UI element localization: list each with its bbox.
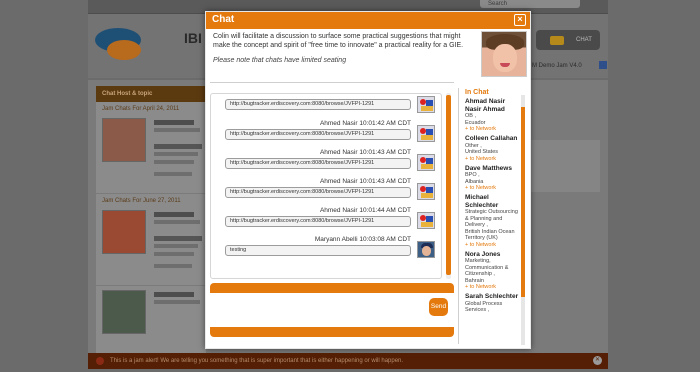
message-text: http://bugtracker.erdiscovery.com:8080/b… (225, 216, 411, 227)
divider (210, 82, 454, 83)
chat-button-label: CHAT (576, 37, 592, 43)
send-button[interactable]: Send (429, 298, 448, 316)
logo-avatar-icon (417, 125, 435, 142)
message-text: http://bugtracker.erdiscovery.com:8080/b… (225, 129, 411, 140)
chat-host-panel: Chat Host & topic Jam Chats For April 24… (96, 86, 206, 366)
demo-label: M Demo Jam V4.0 (532, 63, 582, 69)
alert-text: This is a jam alert! We are telling you … (110, 358, 404, 364)
message-meta: Ahmed Nasir 10:01:44 AM CDT (319, 207, 411, 214)
person-name[interactable]: Nora Jones (465, 251, 521, 259)
roster-person: Nora Jones Marketing, Communication & Ci… (465, 251, 521, 292)
in-chat-roster: In Chat Ahmad Nasir Nasir Ahmad OB , Ecu… (458, 88, 526, 344)
chat-card[interactable] (96, 114, 206, 194)
side-widget (530, 140, 600, 192)
add-to-network-link[interactable]: + to Network (465, 284, 521, 291)
logo-avatar-icon (417, 96, 435, 113)
person-info: British Indian Ocean Territory (UK) (465, 228, 515, 242)
chat-message: http://bugtracker.erdiscovery.com:8080/b… (211, 96, 441, 122)
chat-log[interactable]: http://bugtracker.erdiscovery.com:8080/b… (210, 93, 442, 279)
add-to-network-link[interactable]: + to Network (465, 242, 521, 249)
message-meta: Ahmed Nasir 10:01:42 AM CDT (319, 120, 411, 127)
chat-message: Ahmed Nasir 10:01:42 AM CDT http://bugtr… (211, 120, 441, 146)
logo-avatar-icon (417, 212, 435, 229)
person-name[interactable]: Dave Matthews (465, 165, 521, 173)
person-info: Strategic Outsourcing & Planning and Del… (465, 209, 518, 228)
host-thumbnail (102, 210, 146, 254)
seating-note: Please note that chats have limited seat… (213, 57, 347, 64)
roster-person: Colleen Callahan Other , United States +… (465, 135, 521, 163)
chat-message: Ahmed Nasir 10:01:44 AM CDT http://bugtr… (211, 207, 441, 233)
add-to-network-link[interactable]: + to Network (465, 185, 521, 192)
section-heading: Jam Chats For June 27, 2011 (102, 198, 181, 204)
alert-icon (96, 357, 104, 365)
message-input[interactable] (210, 294, 454, 327)
close-alert-icon[interactable]: ✕ (593, 356, 602, 365)
composer-top-bar (210, 283, 454, 293)
message-text: testing (225, 245, 411, 256)
person-info: Marketing, Communication & Citizenship , (465, 258, 509, 277)
roster-list: Ahmad Nasir Nasir Ahmad OB , Ecuador + t… (465, 98, 521, 316)
modal-title: Chat (212, 14, 235, 25)
message-text: http://bugtracker.erdiscovery.com:8080/b… (225, 158, 411, 169)
chat-card[interactable] (96, 206, 206, 286)
composer-bottom-bar (210, 327, 454, 337)
roster-person: Ahmad Nasir Nasir Ahmad OB , Ecuador + t… (465, 98, 521, 133)
chat-description: Colin will facilitate a discussion to su… (213, 33, 464, 49)
logo-avatar-icon (417, 183, 435, 200)
section-heading: Jam Chats For April 24, 2011 (102, 106, 180, 112)
chat-icon (550, 36, 564, 45)
logo-avatar-icon (417, 154, 435, 171)
add-to-network-link[interactable]: + to Network (465, 156, 521, 163)
person-name[interactable]: Colleen Callahan (465, 135, 521, 143)
message-text: http://bugtracker.erdiscovery.com:8080/b… (225, 187, 411, 198)
message-meta: Ahmed Nasir 10:01:43 AM CDT (319, 178, 411, 185)
chat-bubbles-logo-icon (95, 28, 145, 64)
chat-message: Maryann Abelli 10:03:08 AM CDT testing (211, 236, 441, 262)
host-thumbnail (102, 118, 146, 162)
roster-person: Sarah Schlechter Global Process Services… (465, 293, 521, 314)
brand-text: IBI (184, 30, 202, 46)
roster-person: Michael Schlechter Strategic Outsourcing… (465, 194, 521, 249)
chat-message: Ahmed Nasir 10:01:43 AM CDT http://bugtr… (211, 149, 441, 175)
add-to-network-link[interactable]: + to Network (465, 126, 521, 133)
host-thumbnail (102, 290, 146, 334)
message-meta: Maryann Abelli 10:03:08 AM CDT (314, 236, 411, 243)
chat-message: Ahmed Nasir 10:01:43 AM CDT http://bugtr… (211, 178, 441, 204)
roster-person: Dave Matthews BPO , Albania + to Network (465, 165, 521, 193)
chat-button[interactable]: CHAT (536, 30, 600, 50)
roster-title: In Chat (465, 89, 489, 96)
person-name[interactable]: Ahmad Nasir Nasir Ahmad (465, 98, 521, 113)
person-avatar-icon (417, 241, 435, 258)
person-name[interactable]: Sarah Schlechter (465, 293, 521, 301)
host-photo (481, 31, 527, 77)
roster-scrollbar[interactable] (521, 95, 525, 345)
chat-modal: Chat × Colin will facilitate a discussio… (205, 11, 531, 349)
facebook-icon[interactable] (599, 61, 607, 69)
jam-alert-bar: This is a jam alert! We are telling you … (88, 353, 608, 369)
panel-header: Chat Host & topic (96, 86, 206, 102)
message-text: http://bugtracker.erdiscovery.com:8080/b… (225, 99, 411, 110)
chat-log-scrollbar[interactable] (446, 93, 451, 279)
modal-header: Chat × (206, 12, 530, 29)
search-input[interactable]: Search (480, 0, 580, 8)
person-info: Global Process Services , (465, 300, 503, 314)
close-icon[interactable]: × (514, 14, 526, 26)
person-name[interactable]: Michael Schlechter (465, 194, 521, 209)
message-meta: Ahmed Nasir 10:01:43 AM CDT (319, 149, 411, 156)
